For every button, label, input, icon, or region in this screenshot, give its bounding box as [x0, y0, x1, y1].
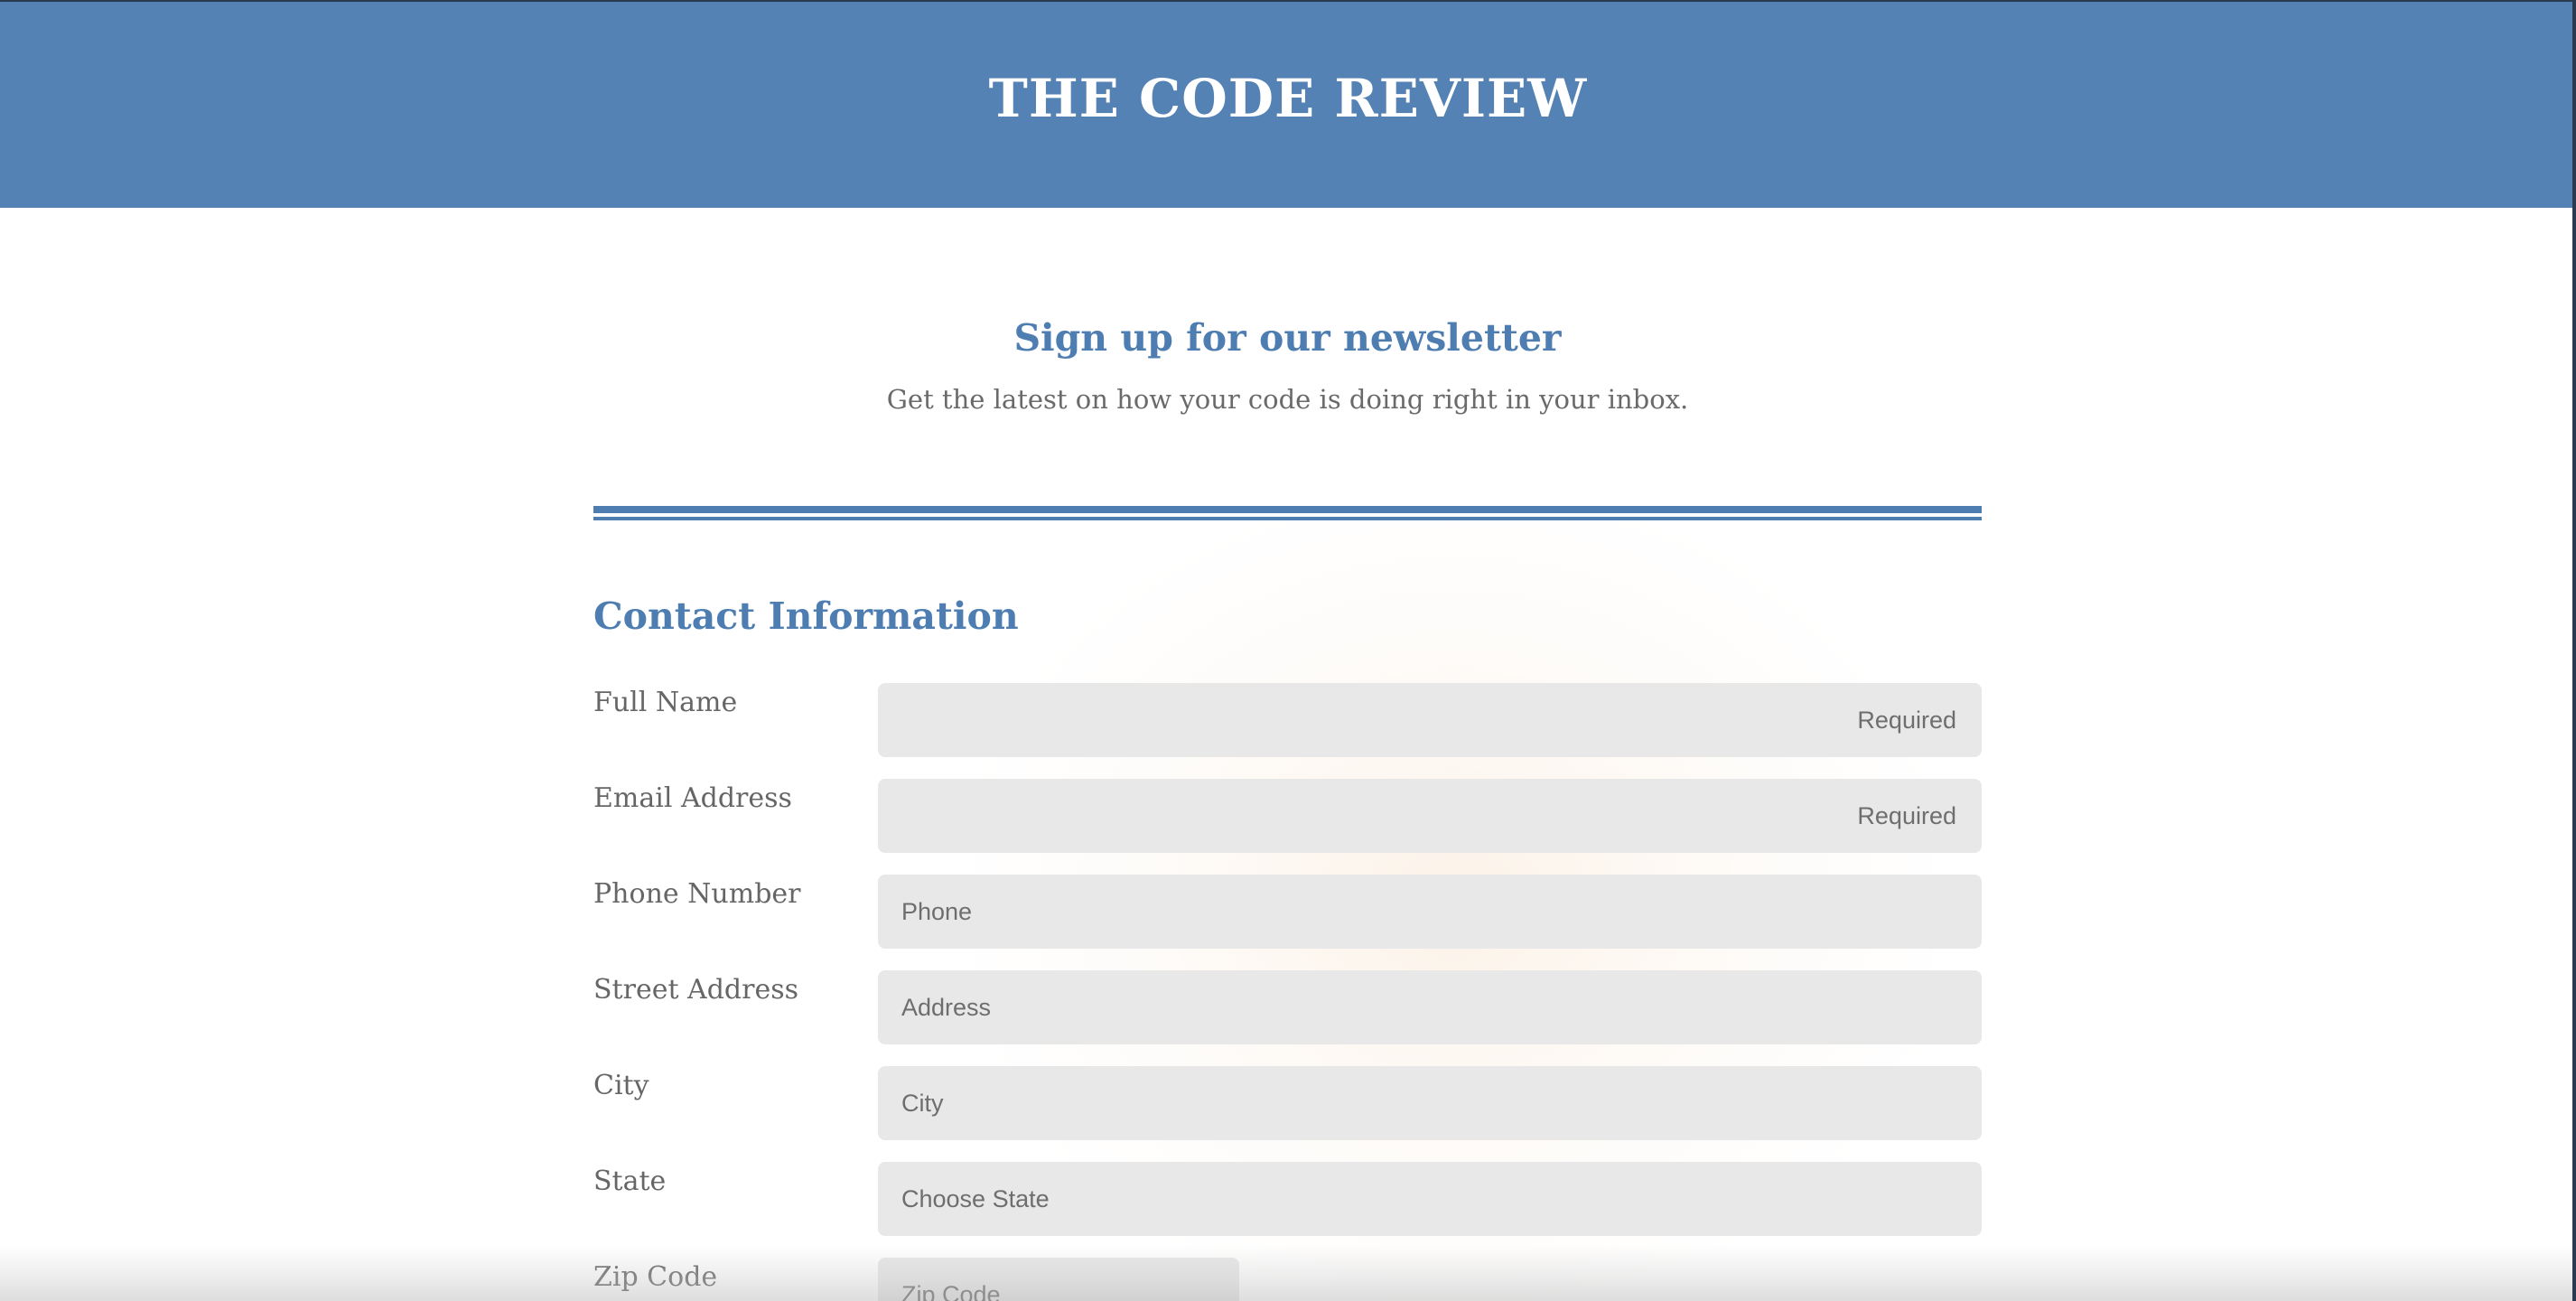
state-label: State — [593, 1165, 667, 1197]
phone-label: Phone Number — [593, 878, 801, 910]
form-row-city: City — [593, 1066, 1982, 1140]
divider-thick-line — [593, 506, 1982, 513]
full-name-label: Full Name — [593, 687, 738, 718]
street-address-label: Street Address — [593, 974, 799, 1006]
form-row-full-name: Full Name — [593, 683, 1982, 757]
zip-code-label: Zip Code — [593, 1261, 718, 1293]
phone-input[interactable] — [878, 875, 1982, 949]
city-input[interactable] — [878, 1066, 1982, 1140]
section-divider — [593, 506, 1982, 520]
form-row-email: Email Address — [593, 779, 1982, 853]
site-header: THE CODE REVIEW — [0, 2, 2576, 208]
full-name-input[interactable] — [878, 683, 1982, 757]
contact-info-heading: Contact Information — [593, 594, 1019, 638]
form-row-street: Street Address — [593, 970, 1982, 1044]
site-title: THE CODE REVIEW — [988, 68, 1588, 129]
form-row-phone: Phone Number — [593, 875, 1982, 949]
form-row-state: State — [593, 1162, 1982, 1236]
form-row-zip: Zip Code — [593, 1258, 1982, 1301]
page: THE CODE REVIEW Sign up for our newslett… — [0, 0, 2576, 1301]
email-input[interactable] — [878, 779, 1982, 853]
divider-thin-line — [593, 517, 1982, 520]
street-address-input[interactable] — [878, 970, 1982, 1044]
window-right-edge — [2572, 0, 2576, 1301]
signup-subheading: Get the latest on how your code is doing… — [886, 384, 1689, 415]
zip-code-input[interactable] — [878, 1258, 1239, 1301]
newsletter-form-container: Sign up for our newsletter Get the lates… — [593, 208, 1982, 1301]
state-select[interactable] — [878, 1162, 1982, 1236]
signup-heading: Sign up for our newsletter — [1013, 316, 1562, 360]
city-label: City — [593, 1070, 649, 1101]
email-label: Email Address — [593, 782, 792, 814]
